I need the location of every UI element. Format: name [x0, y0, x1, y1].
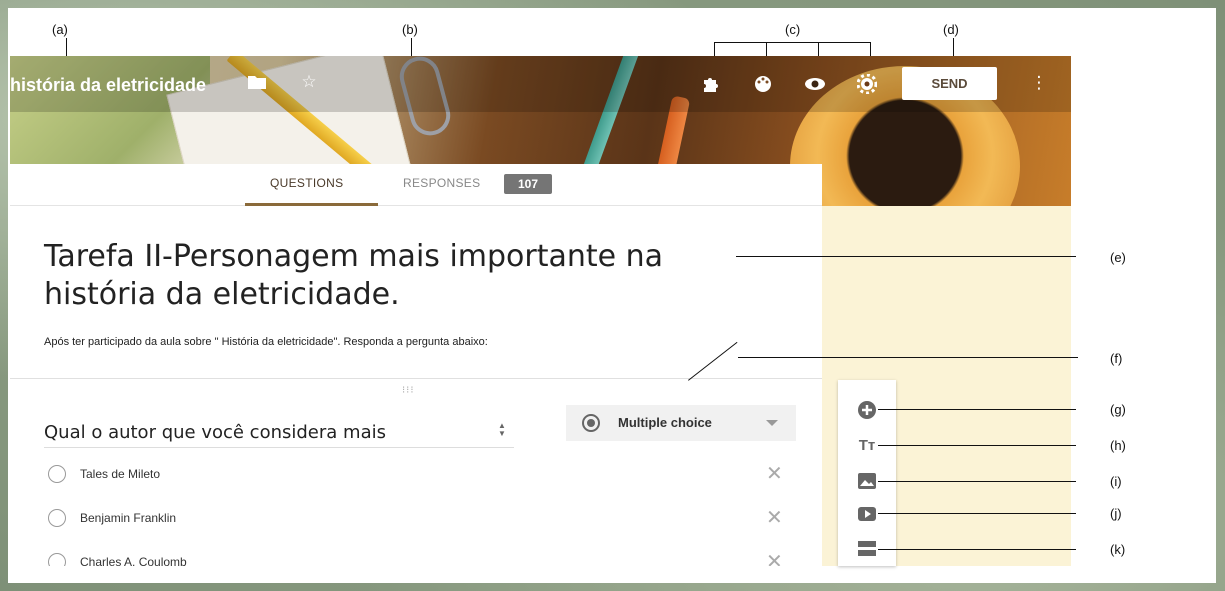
annotation-j-leader: [878, 513, 1076, 514]
question-title-text: Qual o autor que você considera mais: [44, 422, 386, 443]
close-icon[interactable]: ✕: [766, 549, 783, 566]
annotation-c: (c): [785, 22, 801, 37]
section-icon[interactable]: [857, 540, 877, 560]
annotation-f-leader: [738, 357, 1078, 358]
form-title-header[interactable]: história da eletricidade: [10, 75, 206, 96]
annotation-k-leader: [878, 549, 1076, 550]
annotation-e-leader: [736, 256, 1076, 257]
form-title-line-2: história da eletricidade.: [44, 277, 400, 312]
form-description[interactable]: Após ter participado da aula sobre " His…: [44, 336, 488, 348]
image-icon[interactable]: [857, 472, 877, 492]
option-label[interactable]: Charles A. Coulomb: [80, 555, 187, 566]
form-title-line-1: Tarefa II-Personagem mais importante na: [44, 239, 664, 274]
annotation-c-bracket: [714, 42, 870, 43]
annotation-j: (j): [1110, 506, 1122, 521]
video-icon[interactable]: [857, 506, 877, 526]
question-type-select[interactable]: Multiple choice: [566, 405, 796, 441]
close-icon[interactable]: ✕: [766, 461, 783, 486]
option-radio[interactable]: [48, 465, 66, 483]
responses-count-badge: 107: [504, 174, 552, 194]
annotation-h-leader: [878, 445, 1076, 446]
annotation-c-tick: [818, 42, 819, 56]
annotation-i: (i): [1110, 474, 1122, 489]
send-button[interactable]: SEND: [902, 67, 997, 100]
annotation-k: (k): [1110, 542, 1126, 557]
annotation-c-tick: [714, 42, 715, 56]
palette-icon[interactable]: [752, 74, 774, 96]
annotation-d: (d): [943, 22, 959, 37]
annotation-h: (h): [1110, 438, 1126, 453]
puzzle-icon[interactable]: [700, 74, 722, 96]
radio-button-icon: [582, 414, 600, 432]
annotation-f: (f): [1110, 351, 1123, 366]
question-title-input[interactable]: Qual o autor que você considera mais: [44, 412, 514, 448]
annotation-c-tick: [766, 42, 767, 56]
option-radio[interactable]: [48, 553, 66, 566]
tab-bar: QUESTIONS RESPONSES 107: [10, 164, 822, 206]
option-radio[interactable]: [48, 509, 66, 527]
question-toolbar: Tт: [838, 380, 896, 566]
tab-responses[interactable]: RESPONSES: [403, 176, 480, 190]
annotation-c-tick: [870, 42, 871, 56]
add-question-icon[interactable]: [857, 400, 877, 420]
active-tab-indicator: [245, 203, 378, 206]
resize-stepper-icon[interactable]: ▲ ▼: [498, 422, 506, 438]
form-editor-card: QUESTIONS RESPONSES 107 Tarefa II-Person…: [10, 164, 822, 566]
option-row[interactable]: Charles A. Coulomb ✕: [48, 551, 798, 566]
form-title[interactable]: Tarefa II-Personagem mais importante na …: [44, 238, 744, 314]
option-label[interactable]: Tales de Mileto: [80, 467, 160, 481]
more-vert-icon[interactable]: ⋮: [1028, 73, 1050, 95]
title-text-icon[interactable]: Tт: [857, 436, 877, 456]
option-row[interactable]: Tales de Mileto ✕: [48, 463, 798, 487]
annotation-a-leader: [66, 38, 67, 58]
annotation-e: (e): [1110, 250, 1126, 265]
eye-icon[interactable]: [804, 74, 826, 96]
annotation-b: (b): [402, 22, 418, 37]
option-row[interactable]: Benjamin Franklin ✕: [48, 507, 798, 531]
gear-icon[interactable]: [856, 73, 878, 96]
tab-questions[interactable]: QUESTIONS: [270, 176, 343, 190]
annotation-g: (g): [1110, 402, 1126, 417]
annotation-g-leader: [878, 409, 1076, 410]
annotation-i-leader: [878, 481, 1076, 482]
option-label[interactable]: Benjamin Franklin: [80, 511, 176, 525]
star-icon[interactable]: ☆: [298, 72, 320, 94]
question-type-label: Multiple choice: [618, 415, 712, 430]
close-icon[interactable]: ✕: [766, 505, 783, 530]
annotation-a: (a): [52, 22, 68, 37]
folder-icon[interactable]: [246, 73, 268, 95]
drag-handle-icon[interactable]: ⁝⁝⁝: [402, 385, 415, 396]
chevron-down-icon: [766, 420, 778, 426]
question-card[interactable]: ⁝⁝⁝ Qual o autor que você considera mais…: [10, 378, 822, 566]
